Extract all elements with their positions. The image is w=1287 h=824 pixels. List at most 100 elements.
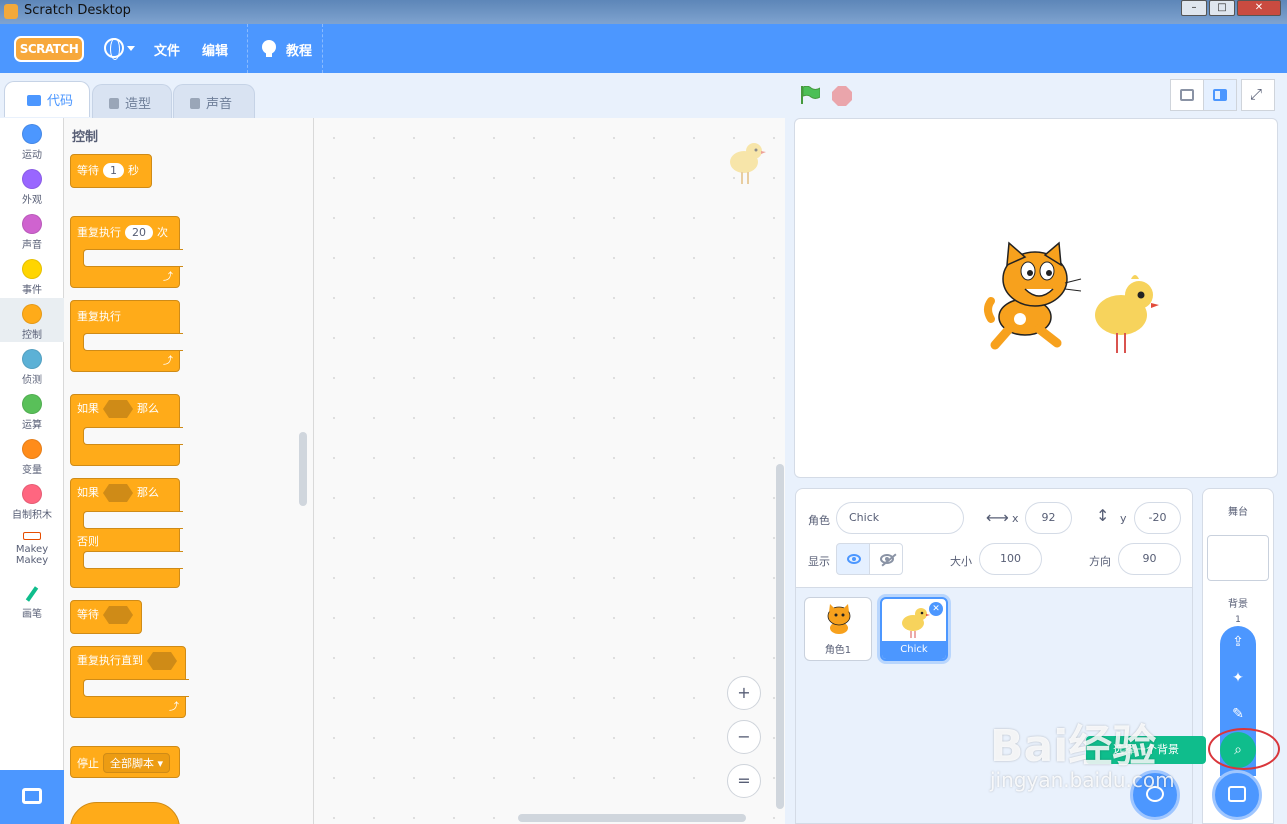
watermark-brand: Bai经验	[990, 721, 1157, 772]
size-input[interactable]: 100	[979, 543, 1042, 575]
loop-arrow-icon: ⤴	[163, 356, 173, 367]
category-looks[interactable]: 外观	[0, 169, 64, 206]
horizontal-arrows-icon: ⟷	[986, 508, 1009, 527]
fullscreen-icon: ⤢	[1250, 85, 1263, 103]
backdrops-label: 背景	[1228, 599, 1248, 610]
pen-icon	[25, 586, 39, 602]
tab-code[interactable]: 代码	[4, 81, 90, 117]
zoom-out-button[interactable]: −	[727, 720, 761, 754]
vertical-arrows-icon: ↕	[1096, 506, 1110, 525]
upload-backdrop-icon[interactable]: ⇪	[1220, 624, 1256, 660]
cat-thumbnail-icon	[827, 604, 851, 634]
small-stage-icon	[1180, 89, 1194, 101]
palette-scrollbar[interactable]	[299, 432, 307, 506]
fullscreen-button[interactable]: ⤢	[1241, 79, 1275, 111]
block-wait-seconds[interactable]: 等待 1 秒	[70, 154, 152, 188]
stage-pane-header: 舞台	[1228, 507, 1248, 518]
tutorials-menu[interactable]: 教程	[286, 40, 312, 59]
tab-costumes-label: 造型	[125, 97, 152, 112]
category-makey-makey[interactable]: Makey Makey	[0, 532, 64, 566]
x-position-input[interactable]: 92	[1025, 502, 1072, 534]
direction-label: 方向	[1089, 555, 1111, 568]
brush-icon	[109, 98, 119, 109]
surprise-icon[interactable]: ✦	[1220, 660, 1256, 696]
stop-option-dropdown[interactable]: 全部脚本 ▾	[103, 753, 171, 773]
category-sound[interactable]: 声音	[0, 214, 64, 251]
delete-sprite-icon[interactable]: ✕	[929, 602, 943, 616]
makey-makey-icon	[23, 532, 41, 540]
file-menu[interactable]: 文件	[154, 40, 180, 59]
block-if-else[interactable]: 如果 那么 否则	[70, 478, 183, 588]
edit-menu[interactable]: 编辑	[202, 40, 228, 59]
stop-icon[interactable]	[832, 86, 852, 106]
block-repeat[interactable]: 重复执行 20 次 ⤴	[70, 216, 183, 288]
chevron-down-icon[interactable]	[127, 46, 135, 51]
y-label: y	[1120, 512, 1127, 525]
sprite-tile-chick[interactable]: ✕ Chick	[880, 597, 948, 661]
y-position-input[interactable]: -20	[1134, 502, 1181, 534]
show-label: 显示	[808, 555, 830, 568]
sprite-tile-label: Chick	[882, 641, 946, 659]
sprite-tile-label: 角色1	[824, 645, 852, 656]
block-wait-until[interactable]: 等待	[70, 600, 142, 634]
small-stage-button[interactable]	[1170, 79, 1204, 111]
script-horizontal-scrollbar[interactable]	[518, 814, 746, 822]
tab-sounds-label: 声音	[206, 97, 233, 112]
category-my-blocks[interactable]: 自制积木	[0, 484, 64, 521]
app-icon	[4, 4, 18, 19]
tab-sounds[interactable]: 声音	[173, 84, 255, 118]
block-hat-partial[interactable]	[70, 802, 180, 824]
block-stop[interactable]: 停止 全部脚本 ▾	[70, 746, 180, 778]
hide-sprite-button[interactable]	[869, 543, 903, 575]
extension-icon	[22, 788, 42, 804]
chick-thumbnail-icon	[902, 608, 930, 638]
script-area[interactable]: + − =	[314, 118, 785, 824]
x-label: x	[1012, 512, 1019, 525]
lightbulb-icon[interactable]	[262, 40, 276, 57]
script-vertical-scrollbar[interactable]	[776, 464, 784, 809]
sprite-name-input[interactable]: Chick	[836, 502, 964, 534]
tab-costumes[interactable]: 造型	[92, 84, 172, 118]
stage-canvas[interactable]	[794, 118, 1278, 478]
maximize-button[interactable]: □	[1209, 0, 1235, 16]
zoom-reset-button[interactable]: =	[727, 764, 761, 798]
zoom-in-button[interactable]: +	[727, 676, 761, 710]
highlight-ring	[1208, 728, 1280, 770]
window-title: Scratch Desktop	[24, 3, 131, 18]
show-sprite-button[interactable]	[836, 543, 870, 575]
category-sensing[interactable]: 侦测	[0, 349, 64, 386]
chick-sprite-ghost-icon	[730, 143, 766, 184]
category-variables[interactable]: 变量	[0, 439, 64, 476]
normal-stage-button[interactable]	[1203, 79, 1237, 111]
stage-thumbnail[interactable]	[1207, 535, 1269, 581]
scratch-logo[interactable]: SCRATCH	[14, 36, 84, 62]
direction-input[interactable]: 90	[1118, 543, 1181, 575]
block-forever[interactable]: 重复执行 ⤴	[70, 300, 183, 372]
category-motion[interactable]: 运动	[0, 124, 64, 161]
repeat-value-input[interactable]: 20	[125, 225, 153, 240]
normal-stage-icon	[1213, 89, 1227, 101]
loop-arrow-icon: ⤴	[169, 702, 179, 713]
wait-value-input[interactable]: 1	[103, 163, 124, 178]
add-extension-button[interactable]	[0, 770, 64, 824]
menu-bar: SCRATCH 文件 编辑 教程	[0, 24, 1287, 73]
sprite-tile-cat[interactable]: 角色1	[804, 597, 872, 661]
category-events[interactable]: 事件	[0, 259, 64, 296]
language-globe-icon[interactable]	[104, 38, 124, 60]
category-pen[interactable]: 画笔	[0, 586, 64, 620]
category-operators[interactable]: 运算	[0, 394, 64, 431]
block-palette: 控制 等待 1 秒 重复执行 20 次 ⤴ 重复执行 ⤴ 如果 那么 如果 那么 否则 等待…	[64, 118, 314, 824]
minimize-button[interactable]: –	[1181, 0, 1207, 16]
window-titlebar: Scratch Desktop – □ ✕	[0, 0, 1287, 24]
paint-icon[interactable]: ✎	[1220, 696, 1256, 732]
block-repeat-until[interactable]: 重复执行直到 ⤴	[70, 646, 189, 718]
category-control[interactable]: 控制	[0, 298, 64, 342]
palette-title: 控制	[72, 130, 99, 145]
close-button[interactable]: ✕	[1237, 0, 1281, 16]
block-if-then[interactable]: 如果 那么	[70, 394, 183, 466]
size-label: 大小	[950, 555, 972, 568]
green-flag-icon[interactable]	[800, 86, 820, 104]
choose-backdrop-button[interactable]	[1212, 770, 1262, 820]
code-blocks-icon	[27, 95, 41, 106]
chick-sprite-icon	[1095, 275, 1159, 353]
